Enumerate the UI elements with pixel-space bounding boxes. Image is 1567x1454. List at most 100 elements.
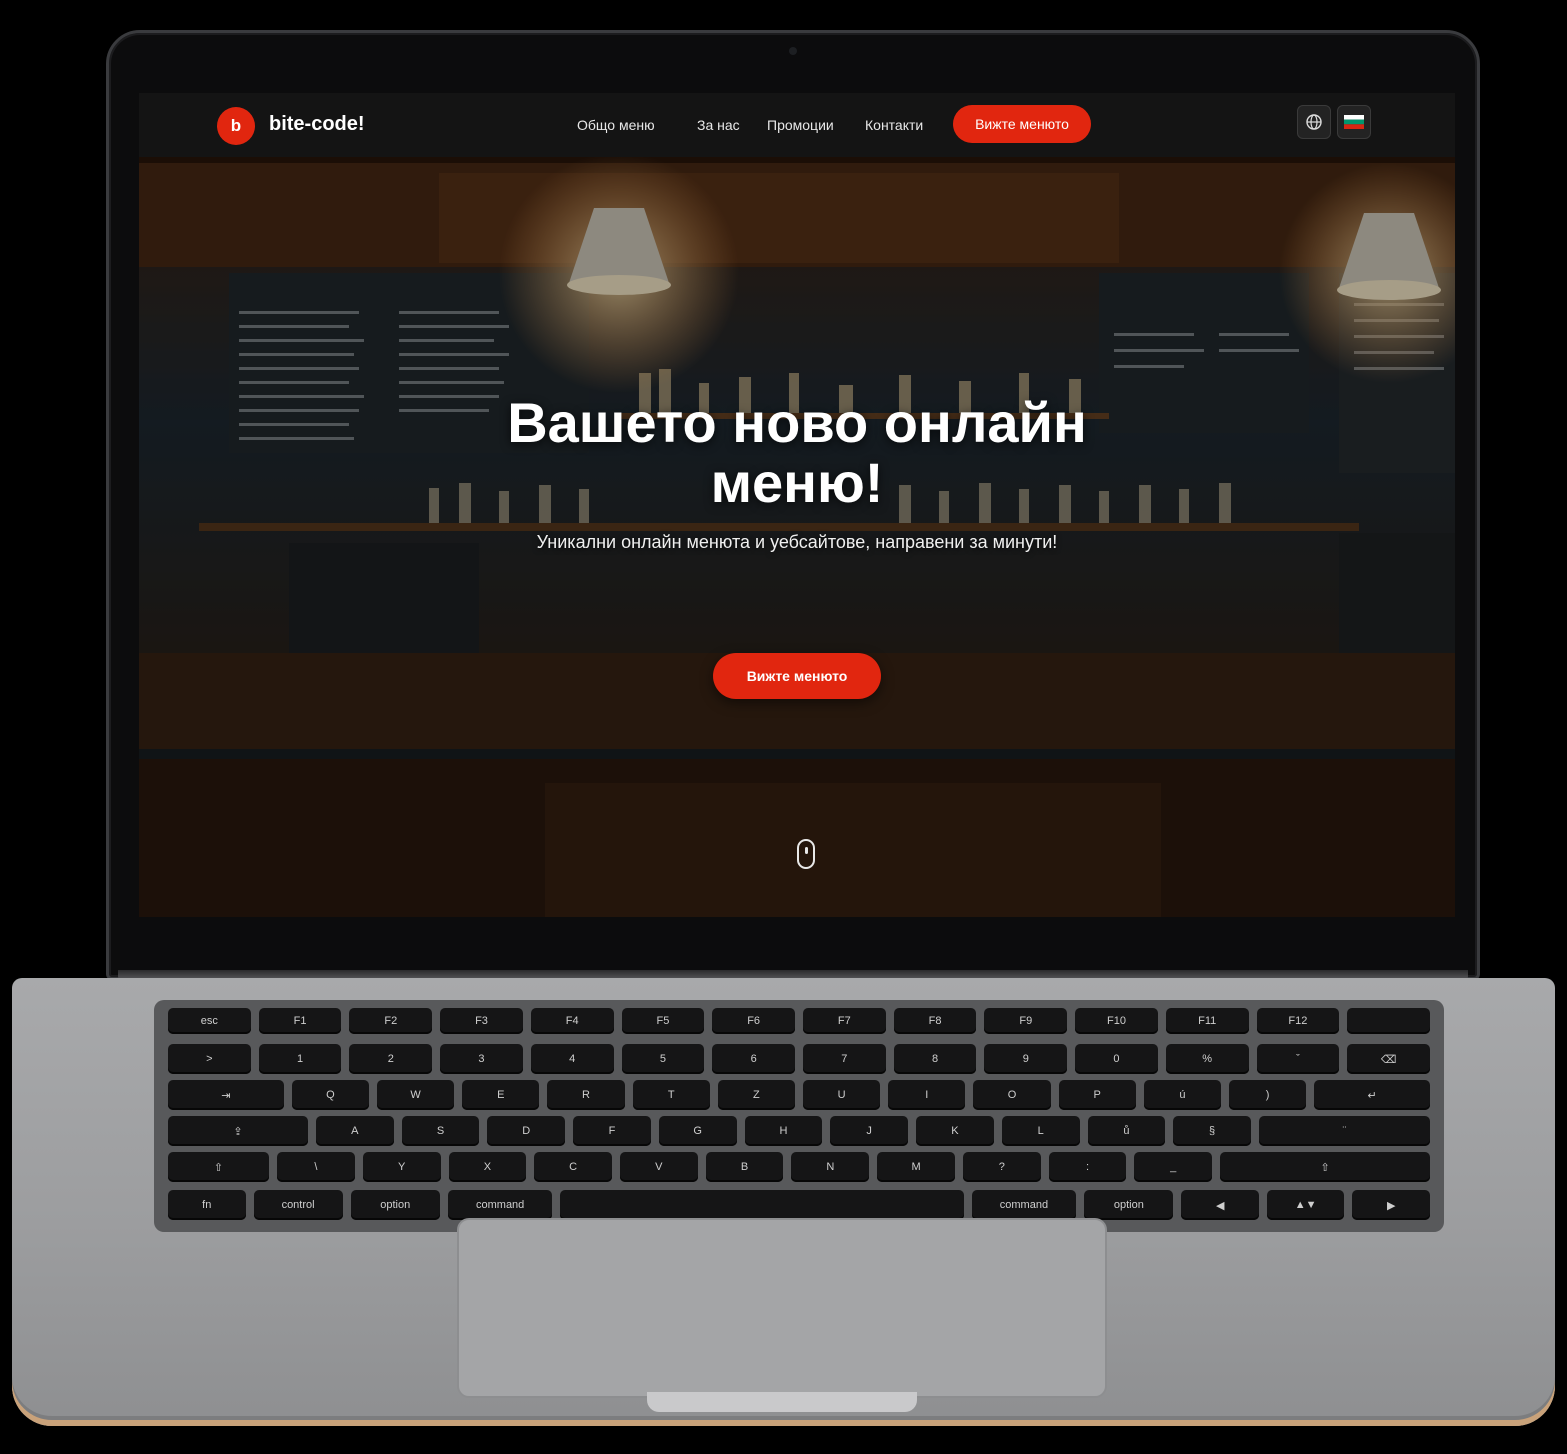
key[interactable]: % (1165, 1044, 1249, 1074)
key[interactable]: F (573, 1116, 651, 1146)
key[interactable]: 0 (1075, 1044, 1158, 1074)
key[interactable]: option (1084, 1190, 1174, 1220)
key[interactable]: F6 (712, 1008, 795, 1034)
key[interactable]: N (791, 1152, 870, 1182)
key[interactable]: H (744, 1116, 823, 1146)
camera (789, 47, 797, 55)
key[interactable]: ▲▼ (1266, 1190, 1345, 1220)
key[interactable]: Q (291, 1080, 369, 1110)
key[interactable]: F10 (1075, 1008, 1158, 1034)
key[interactable]: B (705, 1152, 784, 1182)
scroll-down-icon[interactable] (797, 839, 815, 869)
key[interactable]: _ (1134, 1152, 1213, 1182)
key[interactable]: U (803, 1080, 881, 1110)
hero-title-line1: Вашето ново онлайн (507, 391, 1087, 454)
key[interactable]: F12 (1256, 1008, 1340, 1034)
key[interactable]: W (377, 1080, 455, 1110)
key[interactable]: 5 (621, 1044, 705, 1074)
key[interactable]: 6 (712, 1044, 795, 1074)
key[interactable]: Z (717, 1080, 795, 1110)
key[interactable]: ) (1229, 1080, 1307, 1110)
globe-icon-glyph (1306, 114, 1322, 130)
key[interactable]: G (658, 1116, 737, 1146)
key[interactable]: > (168, 1044, 251, 1074)
key[interactable]: F7 (803, 1008, 886, 1034)
key[interactable]: E (462, 1080, 540, 1110)
key[interactable]: C (534, 1152, 612, 1182)
key[interactable]: ů (1087, 1116, 1166, 1146)
key[interactable]: O (973, 1080, 1051, 1110)
trackpad[interactable] (457, 1218, 1107, 1398)
key[interactable]: I (888, 1080, 966, 1110)
screen: b bite-code! Общо меню За нас Промоции К… (139, 93, 1455, 917)
key[interactable]: 1 (258, 1044, 342, 1074)
hero-title: Вашето ново онлайн меню! (397, 393, 1197, 513)
key[interactable]: command (971, 1190, 1077, 1220)
key[interactable]: ¨ (1258, 1116, 1430, 1146)
key[interactable]: 9 (984, 1044, 1068, 1074)
key[interactable]: ⇧ (168, 1152, 270, 1182)
key[interactable]: P (1058, 1080, 1136, 1110)
globe-icon[interactable] (1297, 105, 1331, 139)
key[interactable]: ? (962, 1152, 1041, 1182)
key[interactable]: command (447, 1190, 553, 1220)
key[interactable]: F3 (440, 1008, 523, 1034)
key[interactable]: esc (168, 1008, 251, 1034)
key[interactable]: L (1001, 1116, 1080, 1146)
key[interactable]: ◀ (1181, 1190, 1259, 1220)
key[interactable]: \ (277, 1152, 355, 1182)
key[interactable]: F1 (258, 1008, 342, 1034)
nav-view-menu-button[interactable]: Вижте менюто (953, 105, 1091, 143)
key[interactable]: D (487, 1116, 566, 1146)
key[interactable] (560, 1190, 964, 1220)
key[interactable] (1347, 1008, 1430, 1034)
key[interactable]: § (1173, 1116, 1251, 1146)
top-navbar: b bite-code! Общо меню За нас Промоции К… (139, 93, 1455, 157)
key[interactable]: 3 (440, 1044, 523, 1074)
key[interactable]: F5 (621, 1008, 705, 1034)
logo-icon[interactable]: b (217, 107, 255, 145)
key[interactable]: F8 (893, 1008, 977, 1034)
laptop-lid: b bite-code! Общо меню За нас Промоции К… (106, 30, 1480, 980)
key[interactable]: ú (1143, 1080, 1221, 1110)
key[interactable]: V (619, 1152, 698, 1182)
lid-opening-notch (647, 1392, 917, 1412)
key[interactable]: 8 (893, 1044, 977, 1074)
key[interactable]: fn (168, 1190, 246, 1220)
hero-view-menu-button[interactable]: Вижте менюто (713, 653, 881, 699)
key[interactable]: : (1048, 1152, 1127, 1182)
key[interactable]: ⌫ (1347, 1044, 1430, 1074)
key[interactable]: F4 (530, 1008, 614, 1034)
nav-link-contacts[interactable]: Контакти (865, 117, 923, 133)
key[interactable]: Y (362, 1152, 441, 1182)
language-flag-icon[interactable] (1337, 105, 1371, 139)
key[interactable]: ⇧ (1220, 1152, 1430, 1182)
key[interactable]: control (253, 1190, 343, 1220)
key[interactable]: option (350, 1190, 440, 1220)
keyboard: esc F1 F2 F3 F4 F5 F6 F7 F8 F9 F10 F11 F12 >1 2 3 4 5 6 7 8 9… (154, 1000, 1444, 1232)
key[interactable]: F11 (1165, 1008, 1249, 1034)
key[interactable]: J (830, 1116, 909, 1146)
hero-title-line2: меню! (710, 451, 884, 514)
key[interactable]: A (315, 1116, 394, 1146)
key[interactable]: K (916, 1116, 994, 1146)
key[interactable]: ↵ (1314, 1080, 1430, 1110)
key[interactable]: ⇥ (168, 1080, 284, 1110)
nav-link-general-menu[interactable]: Общо меню (577, 117, 655, 133)
key[interactable]: S (401, 1116, 480, 1146)
key[interactable]: ˇ (1256, 1044, 1340, 1074)
nav-link-promotions[interactable]: Промоции (767, 117, 834, 133)
key[interactable]: T (632, 1080, 710, 1110)
key[interactable]: M (877, 1152, 955, 1182)
key[interactable]: F2 (349, 1008, 433, 1034)
key[interactable]: ▶ (1352, 1190, 1430, 1220)
key[interactable]: 7 (803, 1044, 886, 1074)
key[interactable]: 4 (530, 1044, 614, 1074)
brand-name[interactable]: bite-code! (269, 113, 365, 136)
key[interactable]: ⇪ (168, 1116, 308, 1146)
key[interactable]: F9 (984, 1008, 1068, 1034)
key[interactable]: X (448, 1152, 527, 1182)
key[interactable]: R (547, 1080, 625, 1110)
key[interactable]: 2 (349, 1044, 433, 1074)
nav-link-about[interactable]: За нас (697, 117, 740, 133)
